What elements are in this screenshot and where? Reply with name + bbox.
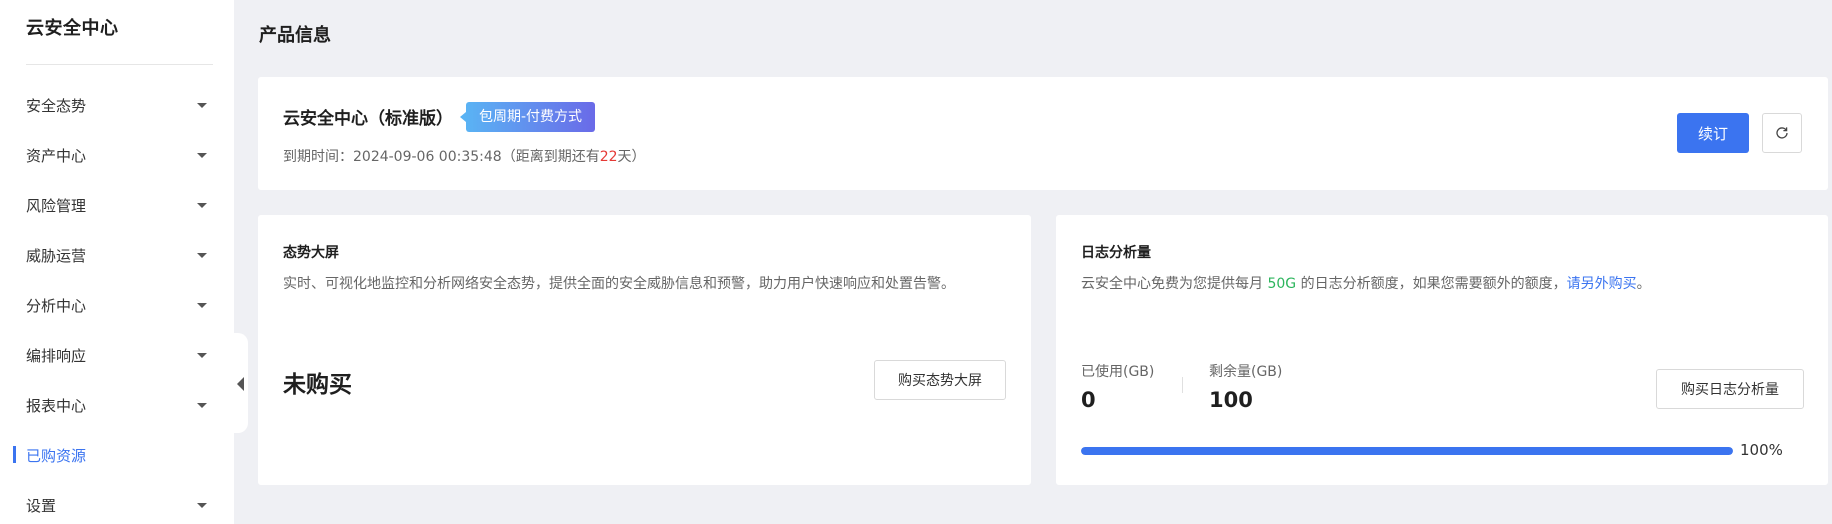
- sidebar-item-label: 威胁运营: [26, 246, 87, 265]
- card-description: 云安全中心免费为您提供每月 50G 的日志分析额度，如果您需要额外的额度，请另外…: [1081, 273, 1651, 293]
- sidebar-item-report-center[interactable]: 报表中心: [0, 380, 234, 430]
- sidebar-item-asset-center[interactable]: 资产中心: [0, 130, 234, 180]
- renew-button[interactable]: 续订: [1677, 113, 1749, 153]
- purchase-status: 未购买: [283, 372, 352, 398]
- sidebar-item-label: 编排响应: [26, 346, 87, 365]
- chevron-down-icon: [197, 253, 207, 258]
- sidebar-item-label: 风险管理: [26, 196, 87, 215]
- remaining-label: 剩余量(GB): [1209, 364, 1283, 380]
- chevron-down-icon: [197, 503, 207, 508]
- refresh-button[interactable]: [1762, 113, 1802, 153]
- desc-text: 云安全中心免费为您提供每月: [1081, 276, 1268, 292]
- card-title: 日志分析量: [1081, 245, 1151, 261]
- used-value: 0: [1081, 388, 1096, 412]
- sidebar-title: 云安全中心: [26, 18, 119, 39]
- sidebar-item-security-posture[interactable]: 安全态势: [0, 80, 234, 130]
- sidebar-item-label: 已购资源: [26, 446, 87, 465]
- page-title: 产品信息: [259, 25, 331, 46]
- expiry-prefix: 到期时间：2024-09-06 00:35:48（距离到期还有: [283, 149, 600, 165]
- card-title: 态势大屏: [283, 245, 339, 261]
- chevron-down-icon: [197, 403, 207, 408]
- used-label: 已使用(GB): [1081, 364, 1155, 380]
- situation-screen-card: 态势大屏 实时、可视化地监控和分析网络安全态势，提供全面的安全威胁信息和预警，助…: [258, 215, 1031, 485]
- buy-situation-screen-button[interactable]: 购买态势大屏: [874, 360, 1006, 400]
- sidebar: 云安全中心 安全态势 资产中心 风险管理 威胁运营 分析中心 编排响应 报表中心…: [0, 0, 234, 524]
- sidebar-item-orchestration-response[interactable]: 编排响应: [0, 330, 234, 380]
- refresh-icon: [1776, 127, 1788, 139]
- sidebar-item-label: 设置: [26, 496, 57, 515]
- expiry-days-remaining: 22: [599, 149, 618, 165]
- product-info-card: 云安全中心（标准版） 包周期-付费方式 到期时间：2024-09-06 00:3…: [258, 77, 1828, 190]
- sidebar-item-analysis-center[interactable]: 分析中心: [0, 280, 234, 330]
- desc-text: 的日志分析额度，如果您需要额外的额度，: [1296, 276, 1567, 292]
- chevron-down-icon: [197, 153, 207, 158]
- progress-percent: 100%: [1740, 441, 1783, 459]
- stat-divider: [1182, 377, 1183, 393]
- desc-text: 。: [1636, 276, 1651, 292]
- sidebar-divider: [26, 64, 213, 65]
- product-name: 云安全中心（标准版）: [283, 109, 453, 129]
- sidebar-collapse-handle[interactable]: [233, 333, 248, 433]
- remaining-value: 100: [1209, 388, 1253, 412]
- chevron-down-icon: [197, 353, 207, 358]
- log-analysis-card: 日志分析量 云安全中心免费为您提供每月 50G 的日志分析额度，如果您需要额外的…: [1056, 215, 1828, 485]
- sidebar-item-label: 资产中心: [26, 146, 87, 165]
- usage-progress-bar: [1081, 447, 1733, 455]
- expiry-time: 到期时间：2024-09-06 00:35:48（距离到期还有22天）: [283, 146, 646, 166]
- sidebar-item-settings[interactable]: 设置: [0, 480, 234, 524]
- active-indicator: [13, 446, 16, 463]
- sidebar-item-label: 报表中心: [26, 396, 87, 415]
- free-quota: 50G: [1267, 276, 1297, 292]
- sidebar-item-threat-operations[interactable]: 威胁运营: [0, 230, 234, 280]
- sidebar-item-label: 分析中心: [26, 296, 87, 315]
- chevron-down-icon: [197, 103, 207, 108]
- sidebar-item-purchased-resources[interactable]: 已购资源: [0, 430, 234, 480]
- sidebar-item-risk-management[interactable]: 风险管理: [0, 180, 234, 230]
- billing-type-badge: 包周期-付费方式: [459, 102, 596, 132]
- card-description: 实时、可视化地监控和分析网络安全态势，提供全面的安全威胁信息和预警，助力用户快速…: [283, 276, 955, 292]
- buy-extra-link[interactable]: 请另外购买: [1567, 276, 1637, 292]
- progress-fill: [1081, 447, 1733, 455]
- buy-log-analysis-button[interactable]: 购买日志分析量: [1656, 369, 1804, 409]
- chevron-down-icon: [197, 203, 207, 208]
- collapse-left-icon: [237, 377, 244, 391]
- sidebar-item-label: 安全态势: [26, 96, 87, 115]
- expiry-suffix: 天）: [617, 149, 646, 165]
- chevron-down-icon: [197, 303, 207, 308]
